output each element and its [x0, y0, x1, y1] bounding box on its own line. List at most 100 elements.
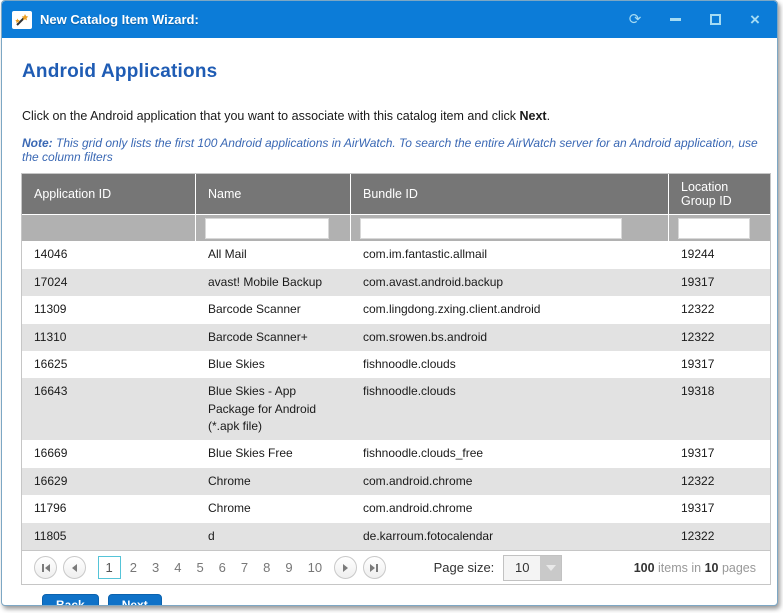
cell-location-group-id: 12322 — [669, 296, 770, 323]
note-body: This grid only lists the first 100 Andro… — [22, 136, 758, 164]
wizard-footer: Back Next — [42, 594, 777, 606]
table-row[interactable]: 11309 Barcode Scanner com.lingdong.zxing… — [22, 296, 770, 323]
table-row[interactable]: 11805 d de.karroum.fotocalendar 12322 — [22, 523, 770, 550]
filter-cell-location-group-id — [669, 215, 770, 241]
bundle-id-filter-input[interactable] — [360, 218, 622, 239]
page-number-list: 1 2 3 4 5 6 7 8 9 10 — [96, 556, 330, 579]
cell-name: Blue Skies - App Package for Android (*.… — [196, 378, 351, 440]
column-header-application-id[interactable]: Application ID — [22, 174, 196, 214]
previous-page-button[interactable] — [63, 556, 86, 579]
note-label: Note: — [22, 136, 53, 150]
cell-location-group-id: 19318 — [669, 378, 770, 440]
cell-location-group-id: 12322 — [669, 468, 770, 495]
window-title: New Catalog Item Wizard: — [40, 12, 199, 27]
refresh-icon[interactable]: ⟳ — [627, 12, 643, 28]
page-number-4[interactable]: 4 — [168, 557, 187, 578]
cell-name: Barcode Scanner+ — [196, 324, 351, 351]
next-page-icon — [343, 564, 348, 572]
minimize-icon[interactable] — [667, 12, 683, 28]
grid-filter-row — [22, 214, 770, 241]
previous-page-icon — [72, 564, 77, 572]
wizard-dialog: New Catalog Item Wizard: ⟳ × Android App… — [1, 0, 778, 606]
page-number-10[interactable]: 10 — [302, 557, 328, 578]
instruction-bold: Next — [520, 109, 547, 123]
cell-application-id: 11796 — [22, 495, 196, 522]
column-header-location-group-id[interactable]: Location Group ID — [669, 174, 770, 214]
cell-application-id: 16643 — [22, 378, 196, 440]
applications-grid: Application ID Name Bundle ID Location G… — [21, 173, 771, 585]
cell-application-id: 11309 — [22, 296, 196, 323]
page-number-2[interactable]: 2 — [124, 557, 143, 578]
column-header-bundle-id[interactable]: Bundle ID — [351, 174, 669, 214]
table-row[interactable]: 16629 Chrome com.android.chrome 12322 — [22, 468, 770, 495]
instruction-suffix: . — [547, 109, 550, 123]
page-number-8[interactable]: 8 — [257, 557, 276, 578]
pager-summary: 100 items in 10 pages — [634, 561, 756, 575]
page-number-6[interactable]: 6 — [213, 557, 232, 578]
page-size-dropdown[interactable]: 10 — [503, 555, 562, 581]
titlebar: New Catalog Item Wizard: ⟳ × — [2, 1, 777, 38]
last-page-icon — [370, 564, 375, 572]
table-row[interactable]: 17024 avast! Mobile Backup com.avast.and… — [22, 269, 770, 296]
wizard-icon — [12, 11, 32, 29]
cell-application-id: 11805 — [22, 523, 196, 550]
instruction-text: Click on the Android application that yo… — [22, 109, 777, 123]
cell-bundle-id: fishnoodle.clouds_free — [351, 440, 669, 467]
last-page-button[interactable] — [363, 556, 386, 579]
table-row[interactable]: 11310 Barcode Scanner+ com.srowen.bs.and… — [22, 324, 770, 351]
cell-application-id: 11310 — [22, 324, 196, 351]
cell-bundle-id: com.lingdong.zxing.client.android — [351, 296, 669, 323]
first-page-button[interactable] — [34, 556, 57, 579]
cell-name: Chrome — [196, 468, 351, 495]
pages-count: 10 — [705, 561, 719, 575]
cell-bundle-id: fishnoodle.clouds — [351, 378, 669, 440]
cell-application-id: 17024 — [22, 269, 196, 296]
location-group-id-filter-input[interactable] — [678, 218, 750, 239]
page-number-1[interactable]: 1 — [98, 556, 121, 579]
cell-application-id: 16669 — [22, 440, 196, 467]
summary-mid: items in — [655, 561, 705, 575]
back-button[interactable]: Back — [42, 594, 99, 606]
table-row[interactable]: 16625 Blue Skies fishnoodle.clouds 19317 — [22, 351, 770, 378]
page-number-9[interactable]: 9 — [279, 557, 298, 578]
cell-bundle-id: com.im.fantastic.allmail — [351, 241, 669, 268]
cell-application-id: 14046 — [22, 241, 196, 268]
page-number-3[interactable]: 3 — [146, 557, 165, 578]
cell-location-group-id: 19244 — [669, 241, 770, 268]
table-row[interactable]: 16643 Blue Skies - App Package for Andro… — [22, 378, 770, 440]
grid-header-row: Application ID Name Bundle ID Location G… — [22, 174, 770, 214]
cell-location-group-id: 19317 — [669, 351, 770, 378]
next-button[interactable]: Next — [108, 594, 162, 606]
cell-name: All Mail — [196, 241, 351, 268]
cell-bundle-id: com.android.chrome — [351, 468, 669, 495]
name-filter-input[interactable] — [205, 218, 329, 239]
page-size-label: Page size: — [434, 560, 495, 575]
page-size-value: 10 — [504, 556, 540, 580]
filter-cell-name — [196, 215, 351, 241]
cell-bundle-id: com.srowen.bs.android — [351, 324, 669, 351]
cell-name: d — [196, 523, 351, 550]
table-row[interactable]: 14046 All Mail com.im.fantastic.allmail … — [22, 241, 770, 268]
cell-name: Blue Skies — [196, 351, 351, 378]
cell-location-group-id: 12322 — [669, 523, 770, 550]
table-row[interactable]: 16669 Blue Skies Free fishnoodle.clouds_… — [22, 440, 770, 467]
maximize-icon[interactable] — [707, 12, 723, 28]
note-text: Note: This grid only lists the first 100… — [22, 136, 777, 164]
page-number-5[interactable]: 5 — [190, 557, 209, 578]
items-count: 100 — [634, 561, 655, 575]
cell-bundle-id: fishnoodle.clouds — [351, 351, 669, 378]
chevron-down-icon[interactable] — [540, 556, 561, 580]
instruction-prefix: Click on the Android application that yo… — [22, 109, 520, 123]
cell-name: avast! Mobile Backup — [196, 269, 351, 296]
cell-bundle-id: de.karroum.fotocalendar — [351, 523, 669, 550]
cell-bundle-id: com.android.chrome — [351, 495, 669, 522]
grid-pager: 1 2 3 4 5 6 7 8 9 10 Page size: 10 — [22, 550, 770, 584]
table-row[interactable]: 11796 Chrome com.android.chrome 19317 — [22, 495, 770, 522]
page-number-7[interactable]: 7 — [235, 557, 254, 578]
column-header-name[interactable]: Name — [196, 174, 351, 214]
cell-name: Blue Skies Free — [196, 440, 351, 467]
cell-location-group-id: 19317 — [669, 495, 770, 522]
close-icon[interactable]: × — [747, 12, 763, 28]
next-page-button[interactable] — [334, 556, 357, 579]
page-size-control: Page size: 10 — [434, 555, 563, 581]
